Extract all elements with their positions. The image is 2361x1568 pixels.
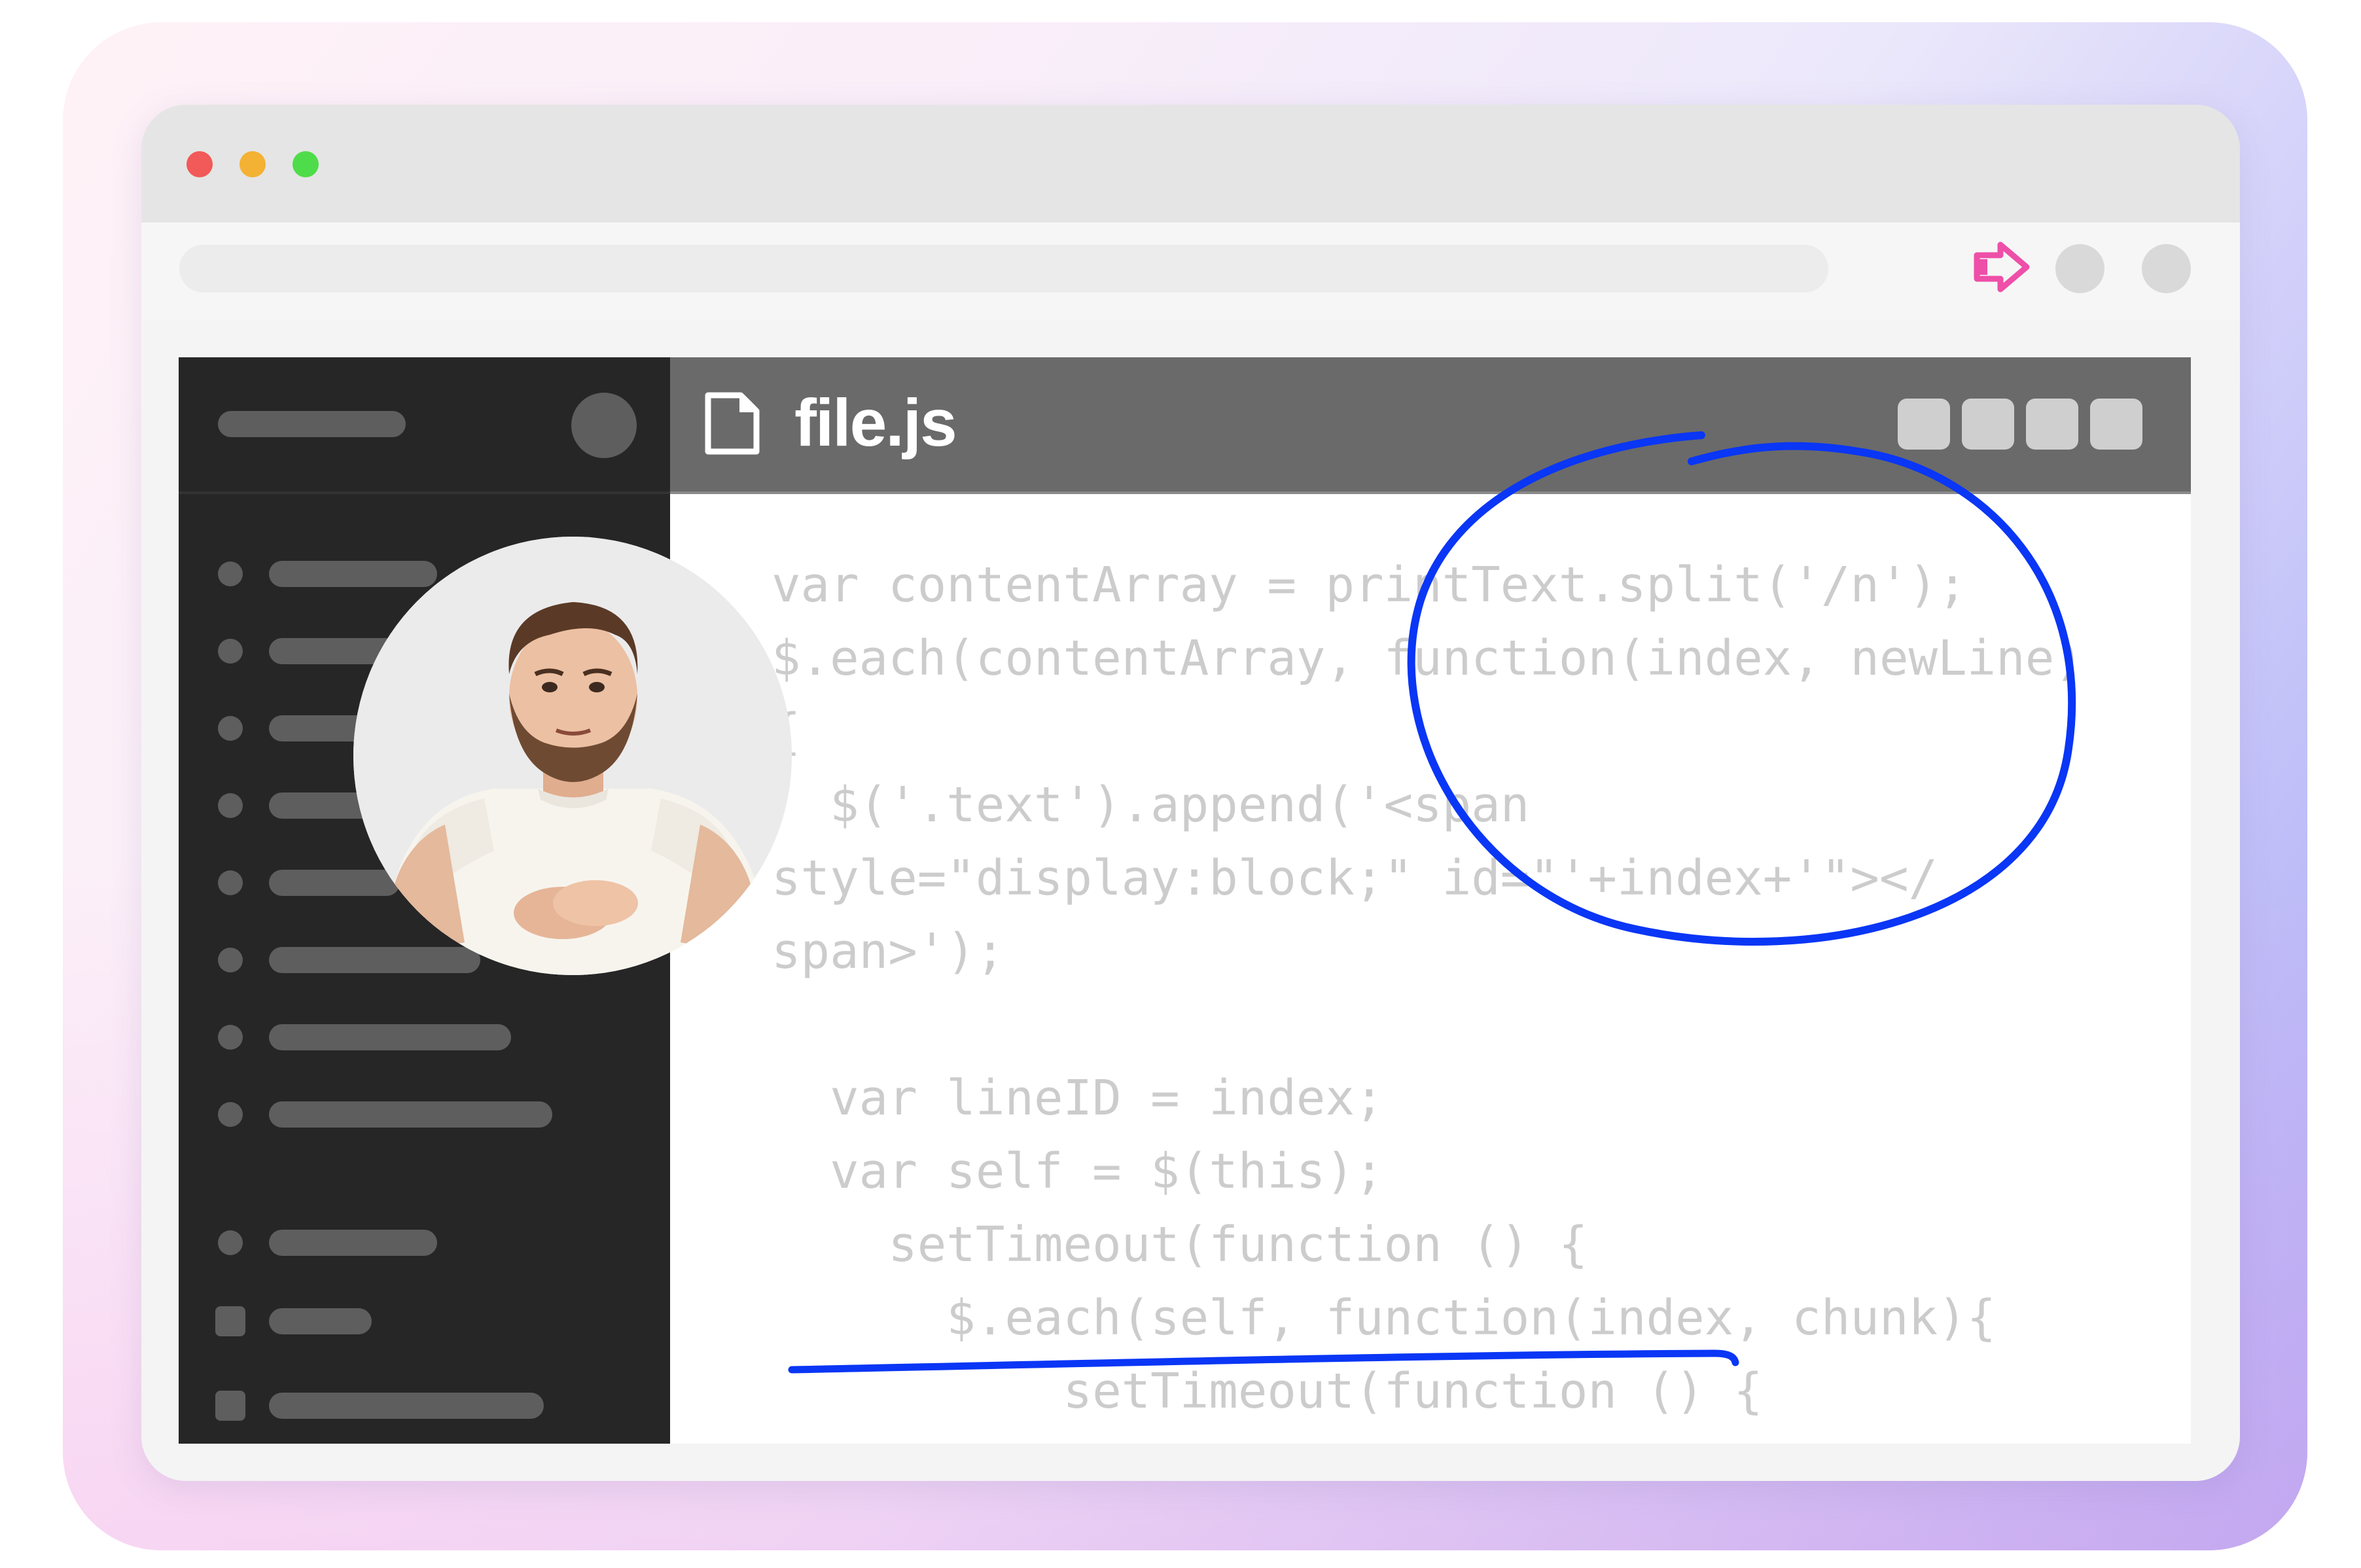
list-item-bullet	[218, 793, 243, 818]
editor-action-button[interactable]	[2090, 399, 2142, 450]
code-line: $('.text').append('<span	[772, 777, 1530, 833]
sidebar-title-placeholder	[218, 411, 406, 437]
toolbar	[141, 223, 2240, 321]
presenter-avatar	[353, 537, 792, 975]
sidebar-item[interactable]	[269, 1308, 372, 1334]
list-item-bullet	[218, 1230, 243, 1255]
code-line: $.each(contentArray, function(index, new…	[772, 630, 2084, 686]
close-button[interactable]	[186, 151, 213, 177]
maximize-button[interactable]	[293, 151, 319, 177]
code-line: setTimeout(function () {	[772, 1363, 1763, 1419]
sidebar-item[interactable]	[269, 870, 400, 896]
sidebar-item[interactable]	[269, 561, 437, 587]
sidebar-item[interactable]	[269, 1393, 544, 1419]
sidebar-item[interactable]	[269, 1230, 437, 1256]
sidebar-item[interactable]	[269, 947, 480, 973]
list-item-bullet	[218, 870, 243, 895]
folder-icon	[215, 1391, 245, 1421]
code-line: var self = $(this);	[772, 1143, 1384, 1200]
editor-action-button[interactable]	[1898, 399, 1950, 450]
list-item-bullet	[218, 1025, 243, 1050]
webcam-bubble[interactable]	[353, 537, 792, 975]
code-line: var contentArray = printText.split('/n')…	[772, 557, 1967, 613]
code-line: $.each(self, function(index, chunk){	[772, 1290, 1997, 1346]
avatar[interactable]	[571, 393, 637, 458]
sidebar-item[interactable]	[269, 1024, 511, 1050]
minimize-button[interactable]	[240, 151, 266, 177]
code-line: style="display:block;" id="'+index+'"></	[772, 850, 1938, 906]
code-line: var lineID = index;	[772, 1070, 1384, 1126]
list-item-bullet	[218, 1102, 243, 1127]
code-content[interactable]: var contentArray = printText.split('/n')…	[772, 548, 2084, 1428]
toolbar-button[interactable]	[2055, 244, 2104, 293]
list-item-bullet	[218, 639, 243, 664]
file-icon	[705, 392, 760, 455]
list-item-bullet	[218, 716, 243, 741]
list-item-bullet	[218, 561, 243, 586]
arrow-right-icon[interactable]	[1972, 241, 2031, 293]
code-editor: file.js var contentArray = printText.spl…	[670, 357, 2191, 1444]
folder-icon	[215, 1306, 245, 1336]
sidebar-item[interactable]	[269, 1101, 552, 1128]
code-line: span>');	[772, 923, 1005, 980]
code-line: setTimeout(function () {	[772, 1217, 1588, 1273]
editor-action-button[interactable]	[1962, 399, 2014, 450]
file-name[interactable]: file.js	[794, 383, 957, 462]
editor-action-button[interactable]	[2026, 399, 2078, 450]
address-bar[interactable]	[179, 245, 1828, 293]
title-bar	[141, 105, 2240, 223]
list-item-bullet	[218, 948, 243, 972]
profile-button[interactable]	[2142, 244, 2191, 293]
editor-tab-bar: file.js	[670, 357, 2191, 494]
sidebar-header	[179, 357, 670, 494]
